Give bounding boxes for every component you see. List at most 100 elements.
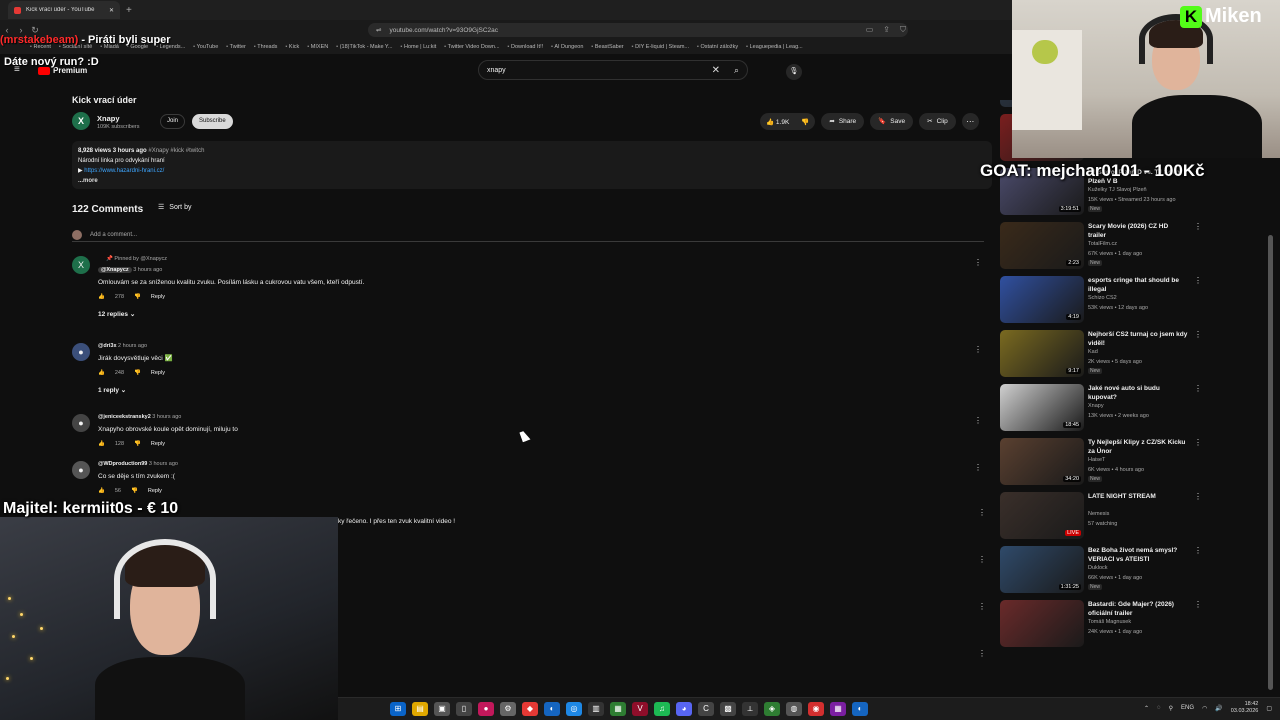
- subscribe-button[interactable]: Subscribe: [192, 114, 233, 129]
- recommended-video[interactable]: 9:17 Nejhorší CS2 turnaj co jsem kdy vidě…: [1000, 330, 1210, 382]
- reply-button[interactable]: Reply: [151, 441, 165, 447]
- comment-author[interactable]: @WDproduction99: [98, 461, 147, 467]
- microphone-icon[interactable]: 🎙: [786, 64, 802, 80]
- channel-avatar[interactable]: X: [72, 112, 90, 130]
- video-thumbnail[interactable]: 2:23: [1000, 222, 1084, 269]
- like-button[interactable]: 👍 1.9K: [766, 118, 789, 126]
- spotify-icon[interactable]: ♫: [654, 702, 670, 716]
- bookmark-item[interactable]: MIXEN: [307, 44, 328, 50]
- hashtags[interactable]: #Xnapy #kick #twitch: [148, 148, 204, 154]
- video-title[interactable]: Bez Boha život nemá smysl? VERIACI vs AT…: [1088, 546, 1188, 564]
- video-title[interactable]: Nejhorší CS2 turnaj co jsem kdy viděl!: [1088, 330, 1188, 348]
- description-link[interactable]: https://www.hazardni-hrani.cz/: [84, 168, 164, 174]
- start-icon[interactable]: ⊞: [390, 702, 406, 716]
- video-channel[interactable]: Kad: [1088, 349, 1098, 355]
- video-channel[interactable]: Kuželky TJ Slavoj Plzeň: [1088, 187, 1147, 193]
- search-box[interactable]: xnapy ✕ ⌕: [478, 60, 748, 80]
- video-thumbnail[interactable]: 18:45: [1000, 384, 1084, 431]
- comment-author[interactable]: @jeniceekstransky2: [98, 414, 151, 420]
- video-thumbnail[interactable]: 1:31:25: [1000, 546, 1084, 593]
- dislike-comment-icon[interactable]: 👎: [131, 488, 138, 494]
- app-icon[interactable]: ◍: [786, 702, 802, 716]
- page-scrollbar[interactable]: [1268, 235, 1273, 690]
- video-title[interactable]: Ty Nejlepší Klipy z CZ/SK Kicku za Únor: [1088, 438, 1188, 456]
- task-view-icon[interactable]: ▣: [434, 702, 450, 716]
- settings-icon[interactable]: ⚙: [500, 702, 516, 716]
- description-box[interactable]: 8,928 views 3 hours ago #Xnapy #kick #tw…: [72, 141, 992, 189]
- video-channel[interactable]: TotalFilm.cz: [1088, 241, 1117, 247]
- app-icon[interactable]: ▦: [610, 702, 626, 716]
- bookmark-item[interactable]: Ostatní záložky: [697, 44, 739, 50]
- comment-author[interactable]: @Xnapycz: [98, 267, 132, 273]
- video-menu-icon[interactable]: ⋮: [1194, 546, 1202, 555]
- discord-icon[interactable]: ◕: [676, 702, 692, 716]
- usb-icon[interactable]: ⚲: [1169, 705, 1173, 712]
- clip-button[interactable]: ✂ Clip: [919, 113, 956, 130]
- terminal-icon[interactable]: ▥: [588, 702, 604, 716]
- dislike-comment-icon[interactable]: 👎: [134, 441, 141, 447]
- bookmark-item[interactable]: Twitter Video Down...: [444, 44, 500, 50]
- search-icon[interactable]: ⌕: [734, 65, 739, 76]
- video-menu-icon[interactable]: ⋮: [1194, 384, 1202, 393]
- video-title[interactable]: Jaké nové auto si budu kupovat?: [1088, 384, 1188, 402]
- comment-menu-icon[interactable]: ⋮: [974, 258, 982, 267]
- site-info-icon[interactable]: ⇌: [376, 26, 381, 34]
- comment-author[interactable]: @dri3x: [98, 343, 117, 349]
- video-menu-icon[interactable]: ⋮: [1194, 492, 1202, 501]
- show-more-link[interactable]: ...more: [78, 176, 986, 186]
- comment-avatar[interactable]: ●: [72, 461, 90, 479]
- save-button[interactable]: 🔖 Save: [870, 113, 914, 130]
- bookmark-item[interactable]: DIY E-liquid | Steam...: [632, 44, 689, 50]
- video-channel[interactable]: Duklock: [1088, 565, 1108, 571]
- language-indicator[interactable]: ENG: [1181, 705, 1194, 711]
- video-title[interactable]: LATE NIGHT STREAM: [1088, 492, 1188, 501]
- bookmark-item[interactable]: Download It!!: [508, 44, 543, 50]
- shield-icon[interactable]: ⛉: [900, 25, 906, 35]
- app-icon[interactable]: ●: [478, 702, 494, 716]
- video-title[interactable]: esports cringe that should be illegal: [1088, 276, 1188, 294]
- browser-tab[interactable]: Kick vrací úder - YouTube ✕: [8, 1, 120, 19]
- valorant-icon[interactable]: V: [632, 702, 648, 716]
- video-menu-icon[interactable]: ⋮: [1194, 330, 1202, 339]
- sort-by-button[interactable]: ☰ Sort by: [158, 203, 191, 212]
- bookmark-item[interactable]: (18)TikTok - Make Y...: [336, 44, 393, 50]
- comment-menu-icon[interactable]: ⋮: [974, 345, 982, 354]
- reply-button[interactable]: Reply: [151, 294, 165, 300]
- dislike-comment-icon[interactable]: 👎: [134, 370, 141, 376]
- steam-icon[interactable]: ◐: [852, 702, 868, 716]
- app-icon[interactable]: ▦: [830, 702, 846, 716]
- network-icon[interactable]: ◌: [1157, 705, 1161, 711]
- file-explorer-icon[interactable]: ▤: [412, 702, 428, 716]
- bookmark-item[interactable]: Home | Lu:kit: [400, 44, 436, 50]
- volume-icon[interactable]: 🔊: [1215, 705, 1222, 712]
- video-channel[interactable]: Nemesis: [1088, 511, 1109, 517]
- bookmark-item[interactable]: BeastSaber: [591, 44, 624, 50]
- new-tab-button[interactable]: +: [126, 5, 132, 16]
- app-icon[interactable]: ▩: [720, 702, 736, 716]
- video-channel[interactable]: Schizo CS2: [1088, 295, 1117, 301]
- recommended-video[interactable]: 1:31:25 Bez Boha život nemá smysl? VERIAC…: [1000, 546, 1210, 598]
- bookmark-item[interactable]: Twitter: [226, 44, 246, 50]
- join-button[interactable]: Join: [160, 114, 186, 129]
- video-thumbnail[interactable]: LIVE: [1000, 492, 1084, 539]
- screen-icon[interactable]: ▭: [866, 25, 874, 35]
- like-comment-icon[interactable]: 👍: [98, 370, 105, 376]
- recommended-video[interactable]: LIVE LATE NIGHT STREAM Nemesis 57 watching ⋮: [1000, 492, 1210, 544]
- bookmark-item[interactable]: Kick: [285, 44, 299, 50]
- video-menu-icon[interactable]: ⋮: [1194, 438, 1202, 447]
- obs-icon[interactable]: ◉: [808, 702, 824, 716]
- dislike-comment-icon[interactable]: 👎: [134, 294, 141, 300]
- comment-time[interactable]: 2 hours ago: [118, 343, 147, 349]
- app-icon[interactable]: ◈: [764, 702, 780, 716]
- video-thumbnail[interactable]: 4:19: [1000, 276, 1084, 323]
- reply-button[interactable]: Reply: [148, 488, 162, 494]
- dislike-button[interactable]: 👎: [801, 118, 809, 126]
- edge-icon[interactable]: ◎: [566, 702, 582, 716]
- replies-toggle[interactable]: 12 replies ⌄: [98, 308, 968, 322]
- video-channel[interactable]: HaiseT: [1088, 457, 1105, 463]
- comment-avatar[interactable]: ●: [72, 343, 90, 361]
- search-input[interactable]: xnapy: [487, 67, 712, 74]
- notification-icon[interactable]: ▢: [1266, 705, 1272, 712]
- comment-avatar[interactable]: X: [72, 256, 90, 274]
- like-comment-icon[interactable]: 👍: [98, 488, 105, 494]
